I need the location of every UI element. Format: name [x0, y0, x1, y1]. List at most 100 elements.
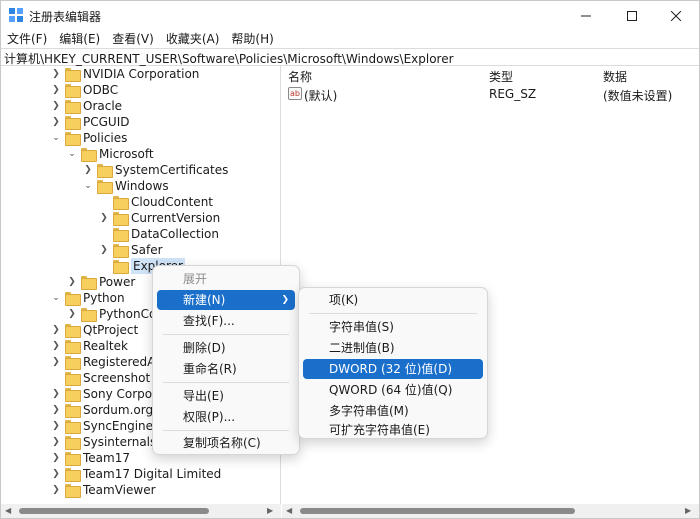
- minimize-button[interactable]: [563, 1, 609, 31]
- folder-icon: [97, 180, 113, 194]
- value-row[interactable]: ab (默认) REG_SZ (数值未设置): [282, 85, 699, 103]
- menu-item-copy-key-name[interactable]: 复制项名称(C): [157, 433, 295, 453]
- tree-node[interactable]: ❯ QtProject: [51, 322, 138, 338]
- tree-node[interactable]: ❯ NVIDIA Corporation: [51, 66, 199, 82]
- chevron-right-icon[interactable]: ❯: [51, 386, 61, 402]
- menu-item-find[interactable]: 查找(F)...: [157, 311, 295, 331]
- tree-node[interactable]: ❯ TeamViewer: [51, 482, 156, 498]
- chevron-down-icon[interactable]: ⌄: [51, 290, 61, 306]
- chevron-right-icon[interactable]: ❯: [51, 482, 61, 498]
- menu-item-new-multi-string[interactable]: 多字符串值(M): [303, 401, 483, 421]
- tree-node[interactable]: ❯ SyncEngines: [51, 418, 159, 434]
- menu-item-label: 删除(D): [183, 341, 226, 355]
- column-header-type[interactable]: 类型: [489, 68, 513, 85]
- folder-icon: [65, 420, 81, 434]
- tree-node[interactable]: ❯ Sordum.org: [51, 402, 153, 418]
- scroll-left-icon[interactable]: ◀: [286, 506, 292, 515]
- menu-file[interactable]: 文件(F): [1, 31, 53, 47]
- menu-item-new-qword[interactable]: QWORD (64 位)值(Q): [303, 380, 483, 400]
- folder-icon: [65, 372, 81, 386]
- chevron-right-icon[interactable]: ❯: [51, 66, 61, 82]
- value-type: REG_SZ: [489, 87, 537, 101]
- scroll-right-icon[interactable]: ▶: [685, 506, 691, 515]
- menu-item-new-binary[interactable]: 二进制值(B): [303, 338, 483, 358]
- folder-icon: [113, 244, 129, 258]
- menu-item-new[interactable]: 新建(N) ❯: [157, 290, 295, 310]
- menu-help[interactable]: 帮助(H): [225, 31, 279, 47]
- chevron-right-icon[interactable]: ❯: [51, 434, 61, 450]
- chevron-right-icon[interactable]: ❯: [51, 418, 61, 434]
- menu-item-label: 展开: [183, 272, 208, 286]
- list-horizontal-scrollbar[interactable]: ◀ ▶: [282, 504, 699, 518]
- chevron-right-icon[interactable]: ❯: [67, 274, 77, 290]
- chevron-right-icon[interactable]: ❯: [51, 322, 61, 338]
- folder-icon: [65, 388, 81, 402]
- scroll-right-icon[interactable]: ▶: [267, 506, 273, 515]
- chevron-right-icon[interactable]: ❯: [51, 402, 61, 418]
- chevron-right-icon[interactable]: ❯: [51, 354, 61, 370]
- tree-node[interactable]: ⌄ Policies: [51, 130, 127, 146]
- tree-node-label: QtProject: [83, 323, 139, 337]
- menu-item-label: 复制项名称(C): [183, 436, 261, 450]
- column-header-name[interactable]: 名称: [288, 68, 312, 85]
- menu-item-new-string[interactable]: 字符串值(S): [303, 317, 483, 337]
- value-data: (数值未设置): [603, 89, 673, 103]
- tree-node[interactable]: ❯ Team17: [51, 450, 130, 466]
- menu-item-new-expandable-string[interactable]: 可扩充字符串值(E): [303, 422, 483, 438]
- tree-node[interactable]: ❯ Oracle: [51, 98, 122, 114]
- menu-item-label: 字符串值(S): [329, 320, 394, 334]
- menu-item-label: 多字符串值(M): [329, 404, 409, 418]
- tree-node[interactable]: ⌄ Python: [51, 290, 125, 306]
- chevron-right-icon[interactable]: ❯: [67, 306, 77, 322]
- menu-edit[interactable]: 编辑(E): [53, 31, 106, 47]
- chevron-right-icon[interactable]: ❯: [99, 210, 109, 226]
- tree-node[interactable]: DataCollection: [99, 226, 219, 242]
- tree-horizontal-scrollbar[interactable]: ◀ ▶: [1, 504, 281, 518]
- menu-item-label: 可扩充字符串值(E): [329, 423, 430, 437]
- menu-item-new-dword[interactable]: DWORD (32 位)值(D): [303, 359, 483, 379]
- close-button[interactable]: [653, 1, 699, 31]
- title-bar[interactable]: 注册表编辑器: [1, 1, 699, 31]
- chevron-down-icon[interactable]: ⌄: [67, 146, 77, 162]
- tree-node[interactable]: ⌄ Microsoft: [67, 146, 154, 162]
- tree-node[interactable]: ⌄ Windows: [83, 178, 169, 194]
- scrollbar-thumb[interactable]: [19, 508, 209, 514]
- tree-node[interactable]: ❯ PCGUID: [51, 114, 129, 130]
- chevron-right-icon[interactable]: ❯: [99, 242, 109, 258]
- tree-node[interactable]: CloudContent: [99, 194, 213, 210]
- tree-node[interactable]: ❯ Safer: [99, 242, 163, 258]
- chevron-right-icon[interactable]: ❯: [83, 162, 93, 178]
- menu-favorites[interactable]: 收藏夹(A): [160, 31, 226, 47]
- chevron-down-icon[interactable]: ⌄: [83, 178, 93, 194]
- menu-item-rename[interactable]: 重命名(R): [157, 359, 295, 379]
- column-header-data[interactable]: 数据: [603, 68, 627, 85]
- maximize-button[interactable]: [609, 1, 655, 31]
- menu-item-delete[interactable]: 删除(D): [157, 338, 295, 358]
- tree-node[interactable]: ❯ Team17 Digital Limited: [51, 466, 221, 482]
- menu-item-permissions[interactable]: 权限(P)...: [157, 407, 295, 427]
- tree-node[interactable]: ❯ ODBC: [51, 82, 118, 98]
- chevron-right-icon[interactable]: ❯: [51, 466, 61, 482]
- menu-item-new-key[interactable]: 项(K): [303, 290, 483, 310]
- chevron-right-icon[interactable]: ❯: [51, 98, 61, 114]
- tree-node[interactable]: ❯ CurrentVersion: [99, 210, 220, 226]
- address-path[interactable]: 计算机\HKEY_CURRENT_USER\Software\Policies\…: [4, 50, 454, 67]
- chevron-right-icon[interactable]: ❯: [51, 450, 61, 466]
- tree-node[interactable]: ❯ Sysinternals: [51, 434, 156, 450]
- menu-bar: 文件(F) 编辑(E) 查看(V) 收藏夹(A) 帮助(H): [1, 31, 699, 47]
- chevron-right-icon[interactable]: ❯: [51, 114, 61, 130]
- address-bar[interactable]: 计算机\HKEY_CURRENT_USER\Software\Policies\…: [1, 48, 699, 66]
- tree-node[interactable]: ❯ SystemCertificates: [83, 162, 228, 178]
- tree-node[interactable]: ❯ Power: [67, 274, 135, 290]
- menu-item-export[interactable]: 导出(E): [157, 386, 295, 406]
- scroll-left-icon[interactable]: ◀: [5, 506, 11, 515]
- menu-view[interactable]: 查看(V): [106, 31, 160, 47]
- chevron-right-icon[interactable]: ❯: [51, 338, 61, 354]
- chevron-down-icon[interactable]: ⌄: [51, 130, 61, 146]
- tree-node[interactable]: ❯ Realtek: [51, 338, 128, 354]
- tree-node-label: NVIDIA Corporation: [83, 67, 200, 81]
- tree-node-label: Power: [99, 275, 136, 289]
- chevron-right-icon[interactable]: ❯: [51, 82, 61, 98]
- scrollbar-thumb[interactable]: [300, 508, 575, 514]
